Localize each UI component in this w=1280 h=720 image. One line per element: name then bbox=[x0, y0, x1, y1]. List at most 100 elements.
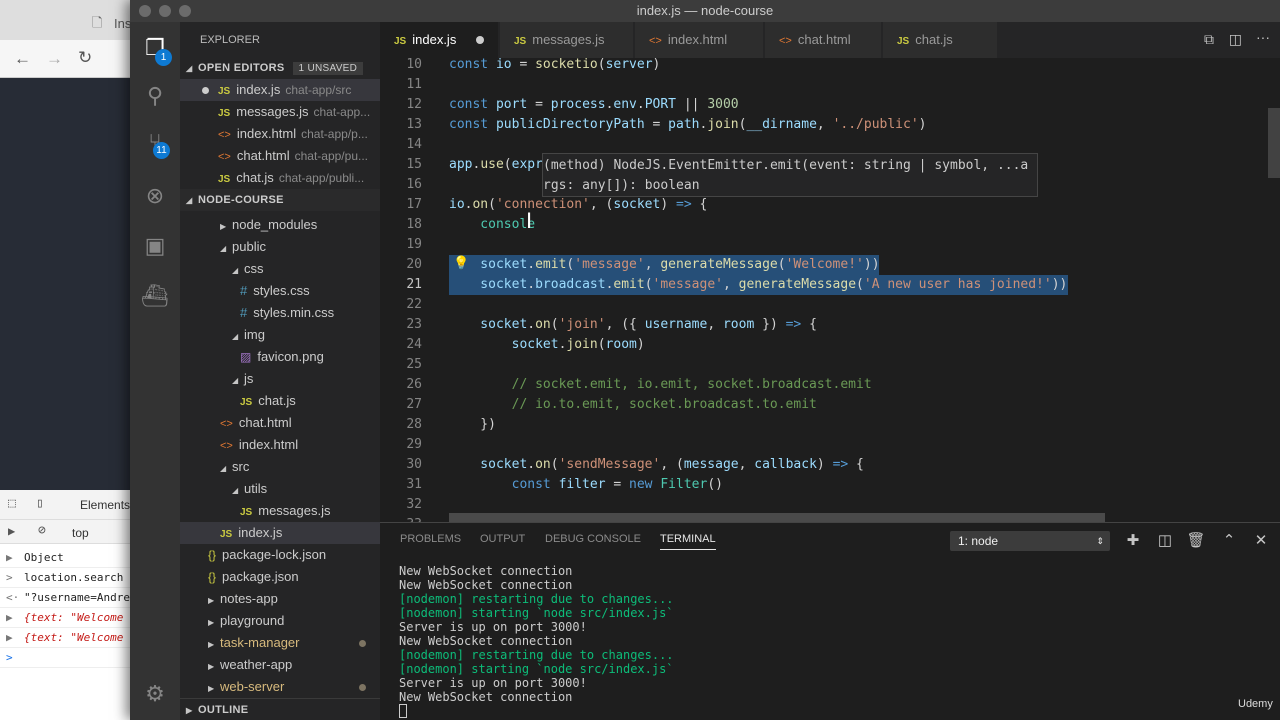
close-window-button[interactable] bbox=[139, 5, 151, 17]
clear-console-icon[interactable]: ⊘ bbox=[38, 523, 46, 538]
reload-icon[interactable]: ↻ bbox=[78, 48, 92, 68]
more-actions-icon[interactable]: ··· bbox=[1256, 29, 1270, 45]
open-editor-item[interactable]: JS chat.js chat-app/publi... bbox=[180, 167, 380, 189]
horizontal-scrollbar[interactable] bbox=[449, 513, 1105, 522]
forward-icon[interactable]: → bbox=[46, 49, 63, 69]
panel-tab-terminal[interactable]: TERMINAL bbox=[660, 533, 716, 550]
tab-chat-js[interactable]: JS chat.js bbox=[883, 22, 998, 58]
tab-index-js[interactable]: JS index.js bbox=[380, 22, 499, 58]
unsaved-dot-icon[interactable] bbox=[476, 36, 484, 44]
kill-terminal-icon[interactable]: 🗑 bbox=[1186, 531, 1206, 549]
chevron-down-icon[interactable]: ◢ bbox=[232, 260, 244, 280]
panel-tab-problems[interactable]: PROBLEMS bbox=[400, 533, 461, 545]
chevron-right-icon[interactable]: ▶ bbox=[208, 656, 220, 676]
source-control-icon[interactable]: ⑂ 11 bbox=[141, 128, 170, 159]
chevron-right-icon[interactable]: ▶ bbox=[208, 590, 220, 610]
open-editor-item[interactable]: JS messages.js chat-app... bbox=[180, 101, 380, 123]
close-panel-icon[interactable]: ✕ bbox=[1251, 531, 1271, 549]
file-name: chat.js bbox=[258, 393, 296, 408]
tree-item[interactable]: ▶ task-manager bbox=[180, 632, 380, 654]
chevron-down-icon[interactable]: ◢ bbox=[220, 238, 232, 258]
explorer-icon[interactable]: ❐ 1 bbox=[141, 34, 172, 66]
device-icon[interactable]: ▯ bbox=[36, 496, 44, 511]
settings-gear-icon[interactable]: ⚙ bbox=[141, 680, 169, 708]
tree-item[interactable]: {} package.json bbox=[180, 566, 380, 588]
chevron-right-icon[interactable]: ▶ bbox=[208, 678, 220, 698]
tree-item[interactable]: ▨ favicon.png bbox=[180, 346, 380, 368]
terminal-select[interactable]: 1: node ⇕ bbox=[950, 531, 1110, 551]
minimize-window-button[interactable] bbox=[159, 5, 171, 17]
file-path: chat-app/pu... bbox=[294, 149, 368, 163]
tree-item[interactable]: <> chat.html bbox=[180, 412, 380, 434]
tab-messages-js[interactable]: JS messages.js bbox=[500, 22, 634, 58]
docker-icon[interactable]: ⛴ bbox=[141, 282, 169, 310]
console-text[interactable]: Object bbox=[24, 551, 64, 564]
tree-item[interactable]: ▶ node_modules bbox=[180, 214, 380, 236]
code-token: socket bbox=[613, 197, 661, 212]
tab-index-html[interactable]: <> index.html bbox=[635, 22, 764, 58]
vertical-scrollbar[interactable] bbox=[1268, 108, 1280, 178]
chevron-down-icon[interactable]: ◢ bbox=[220, 458, 232, 478]
new-terminal-icon[interactable]: ✚ bbox=[1123, 531, 1143, 549]
tree-item[interactable]: ▶ notes-app bbox=[180, 588, 380, 610]
console-text[interactable]: location.search bbox=[24, 571, 123, 584]
tree-item[interactable]: JS index.js bbox=[180, 522, 380, 544]
browser-tab-title[interactable]: Ins bbox=[114, 16, 131, 31]
tree-item[interactable]: ◢ public bbox=[180, 236, 380, 258]
open-editor-item[interactable]: <> index.html chat-app/p... bbox=[180, 123, 380, 145]
chevron-right-icon[interactable]: ▶ bbox=[208, 634, 220, 654]
tree-item[interactable]: ▶ weather-app bbox=[180, 654, 380, 676]
code-token: 'message' bbox=[652, 277, 723, 292]
back-icon[interactable]: ← bbox=[14, 49, 31, 69]
tree-item[interactable]: JS messages.js bbox=[180, 500, 380, 522]
tree-item[interactable]: JS chat.js bbox=[180, 390, 380, 412]
chevron-down-icon[interactable]: ◢ bbox=[232, 370, 244, 390]
console-text[interactable]: "?username=Andre bbox=[24, 591, 130, 604]
tree-item[interactable]: ◢ utils bbox=[180, 478, 380, 500]
tree-item[interactable]: ▶ web-server bbox=[180, 676, 380, 698]
outline-header[interactable]: ▶ OUTLINE bbox=[180, 698, 380, 720]
split-editor-icon[interactable]: ◫ bbox=[1229, 31, 1242, 48]
search-icon[interactable]: ⚲ bbox=[141, 82, 169, 110]
context-select[interactable]: top bbox=[72, 526, 89, 540]
chevron-down-icon[interactable]: ◢ bbox=[232, 326, 244, 346]
maximize-panel-icon[interactable]: ⌃ bbox=[1219, 531, 1239, 549]
inspect-icon[interactable]: ⬚ bbox=[8, 496, 16, 511]
code-token: room bbox=[605, 337, 637, 352]
open-changes-icon[interactable]: ⧉ bbox=[1204, 31, 1214, 48]
debug-icon[interactable]: ⊗ bbox=[141, 182, 169, 210]
console-text[interactable]: {text: "Welcome bbox=[24, 611, 123, 624]
sidebar-toggle-icon[interactable]: ▶ bbox=[8, 524, 15, 538]
elements-tab[interactable]: Elements bbox=[80, 498, 130, 512]
tree-item[interactable]: {} package-lock.json bbox=[180, 544, 380, 566]
css-file-icon: # bbox=[240, 283, 248, 298]
console-text[interactable]: {text: "Welcome bbox=[24, 631, 123, 644]
unsaved-dot-icon[interactable] bbox=[202, 87, 209, 94]
open-editor-item[interactable]: JS index.js chat-app/src bbox=[180, 79, 380, 101]
project-header[interactable]: ◢ NODE-COURSE bbox=[180, 189, 380, 211]
chevron-down-icon[interactable]: ◢ bbox=[232, 480, 244, 500]
file-name: chat.html bbox=[236, 148, 290, 163]
open-editors-header[interactable]: ◢ OPEN EDITORS 1 UNSAVED bbox=[180, 57, 380, 79]
code-editor[interactable]: 💡 10 const io = socketio(server) 11 12 const… bbox=[380, 58, 1280, 522]
chevron-right-icon[interactable]: ▶ bbox=[208, 612, 220, 632]
tree-item[interactable]: ◢ css bbox=[180, 258, 380, 280]
tree-item[interactable]: ▶ playground bbox=[180, 610, 380, 632]
panel-tab-output[interactable]: OUTPUT bbox=[480, 533, 525, 545]
file-name: chat.js bbox=[236, 170, 274, 185]
tree-item[interactable]: <> index.html bbox=[180, 434, 380, 456]
code-token: { bbox=[848, 457, 864, 472]
tree-item[interactable]: # styles.css bbox=[180, 280, 380, 302]
tree-item[interactable]: ◢ src bbox=[180, 456, 380, 478]
zoom-window-button[interactable] bbox=[179, 5, 191, 17]
tab-chat-html[interactable]: <> chat.html bbox=[765, 22, 882, 58]
open-editor-item[interactable]: <> chat.html chat-app/pu... bbox=[180, 145, 380, 167]
tree-item[interactable]: # styles.min.css bbox=[180, 302, 380, 324]
chevron-right-icon[interactable]: ▶ bbox=[220, 216, 232, 236]
panel-tab-debug-console[interactable]: DEBUG CONSOLE bbox=[545, 533, 641, 545]
extensions-icon[interactable]: ▣ bbox=[141, 232, 169, 260]
tree-item[interactable]: ◢ js bbox=[180, 368, 380, 390]
split-terminal-icon[interactable]: ◫ bbox=[1155, 531, 1175, 549]
tree-item[interactable]: ◢ img bbox=[180, 324, 380, 346]
code-token: app bbox=[449, 157, 473, 172]
